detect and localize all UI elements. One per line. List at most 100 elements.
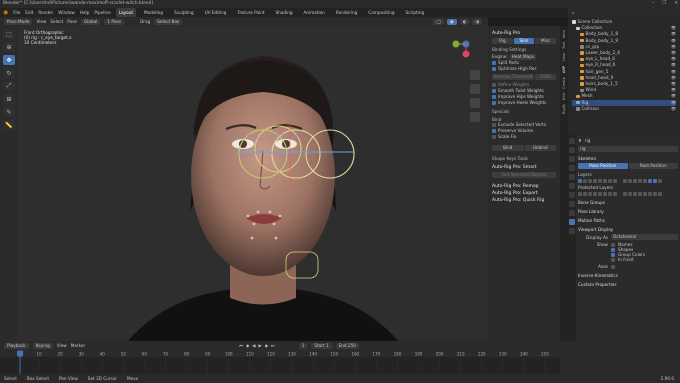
sidebar-tab-item[interactable]: Item [562, 30, 566, 38]
bind-button[interactable]: Bind [492, 145, 524, 151]
shape-keys-header[interactable]: Shape Keys Tools [492, 156, 556, 161]
menu-render[interactable]: Render [38, 8, 53, 17]
prev-key-icon[interactable]: ◆ [246, 343, 249, 348]
render-tab-icon[interactable] [569, 147, 575, 153]
custom-properties-header[interactable]: Custom Properties [578, 282, 678, 287]
maximize-icon[interactable]: ❐ [662, 0, 666, 8]
solid-shading-icon[interactable]: ● [447, 18, 457, 25]
tab-compositing[interactable]: Compositing [365, 8, 397, 17]
sidebar-tab-edit[interactable]: Edit [562, 93, 566, 100]
checkbox-icon[interactable] [492, 129, 496, 133]
cursor-icon[interactable]: ⊕ [3, 42, 15, 52]
orientation-dropdown[interactable]: Global [81, 18, 101, 25]
wireframe-shading-icon[interactable]: ◯ [433, 18, 445, 25]
checkbox-icon[interactable] [492, 95, 496, 99]
select-menu[interactable]: Select [50, 19, 63, 24]
checkbox-icon[interactable] [492, 67, 496, 71]
minimize-icon[interactable]: – [652, 0, 654, 8]
tab-layout[interactable]: Layout [115, 8, 136, 17]
close-icon[interactable]: ✕ [674, 0, 678, 8]
menu-help[interactable]: Help [80, 8, 90, 17]
menu-file[interactable]: File [13, 8, 20, 17]
scale-icon[interactable]: ⤢ [3, 81, 15, 91]
tab-sculpting[interactable]: Sculpting [171, 8, 197, 17]
tab-skin[interactable]: Skin [513, 38, 535, 44]
export-panel-header[interactable]: Auto-Rig Pro: Export [492, 191, 556, 196]
get-selected-button[interactable]: Get Selected Objects [492, 172, 556, 178]
names-checkbox[interactable] [611, 242, 615, 247]
timeline[interactable]: 0102030405060708090100110120130140150160… [0, 350, 560, 374]
group-colors-checkbox[interactable] [611, 252, 615, 257]
checkbox-icon[interactable] [492, 101, 496, 105]
sidebar-tab-rigify[interactable]: Rigify [562, 104, 566, 114]
binding-settings-header[interactable]: Binding Settings [492, 47, 556, 52]
bone-groups-header[interactable]: Bone Groups [578, 200, 678, 205]
skeleton-header[interactable]: Skeleton [578, 156, 678, 161]
playback-menu[interactable]: Playback [4, 342, 29, 349]
unbind-button[interactable]: Unbind [524, 145, 556, 151]
menu-pipeline[interactable]: Pipeline [94, 8, 110, 17]
play-icon[interactable]: ▶ [258, 343, 261, 348]
visibility-icon[interactable]: 👁 [671, 106, 676, 112]
scale-fix-row[interactable]: Scale Fix [492, 134, 556, 140]
marker-menu[interactable]: Marker [71, 343, 85, 348]
pose-menu[interactable]: Pose [67, 19, 77, 24]
move-icon[interactable]: ✥ [3, 55, 15, 65]
tab-modeling[interactable]: Modeling [141, 8, 166, 17]
sidebar-tab-tool[interactable]: Tool [562, 42, 566, 49]
tab-texture-paint[interactable]: Texture Paint [234, 8, 267, 17]
timeline-ruler[interactable]: 0102030405060708090100110120130140150160… [0, 350, 560, 374]
drag-dropdown[interactable]: Select Box [154, 18, 183, 25]
output-tab-icon[interactable] [569, 156, 575, 162]
next-key-icon[interactable]: ◆ [265, 343, 268, 348]
armature-data-tab-icon[interactable] [569, 219, 575, 225]
mode-dropdown[interactable]: Pose Mode [4, 18, 33, 25]
motion-paths-header[interactable]: Motion Paths [578, 218, 678, 223]
sidebar-tab-create[interactable]: Create [562, 77, 566, 89]
checkbox-icon[interactable] [492, 123, 496, 127]
voxelize-button[interactable]: Voxelize Threshold [492, 74, 534, 80]
pose-position-button[interactable]: Pose Position [578, 163, 628, 169]
quick-rig-panel-header[interactable]: Auto-Rig Pro: Quick Rig [492, 198, 556, 203]
menu-edit[interactable]: Edit [25, 8, 33, 17]
world-tab-icon[interactable] [569, 183, 575, 189]
keying-menu[interactable]: Keying [32, 342, 53, 349]
3d-viewport[interactable]: Front Orthographic (0) rig : c_eye_targe… [18, 26, 488, 341]
play-reverse-icon[interactable]: ◀ [252, 343, 255, 348]
checkbox-icon[interactable] [492, 89, 496, 93]
tab-uv-editing[interactable]: UV Editing [202, 8, 230, 17]
outliner-item[interactable]: Collision 👁 [572, 106, 676, 112]
current-frame-field[interactable]: 1 [298, 342, 308, 349]
sidebar-tab-view[interactable]: View [562, 53, 566, 62]
modifier-tab-icon[interactable] [569, 201, 575, 207]
checkbox-icon[interactable] [492, 61, 496, 65]
tool-tab-icon[interactable] [569, 138, 575, 144]
tab-shading[interactable]: Shading [273, 8, 296, 17]
smart-panel-header[interactable]: Auto-Rig Pro: Smart [492, 165, 556, 170]
view-layer-tab-icon[interactable] [569, 165, 575, 171]
rest-position-button[interactable]: Rest Position [628, 163, 678, 169]
sidebar-tab-arp[interactable]: ARP [562, 66, 566, 73]
tab-misc[interactable]: Misc [535, 38, 557, 44]
object-tab-icon[interactable] [569, 192, 575, 198]
transform-icon[interactable]: ⊞ [3, 94, 15, 104]
display-as-dropdown[interactable]: Octahedral [611, 234, 678, 240]
protected-layer-grid[interactable] [578, 192, 678, 196]
tab-scripting[interactable]: Scripting [403, 8, 428, 17]
viewport-display-header[interactable]: Viewport Display [578, 227, 678, 232]
blender-logo-icon[interactable]: ◉ [3, 8, 8, 17]
end-frame-field[interactable]: End 250 [335, 342, 359, 349]
jump-start-icon[interactable]: ⏮ [239, 343, 243, 348]
remap-panel-header[interactable]: Auto-Rig Pro: Remap [492, 184, 556, 189]
material-shading-icon[interactable]: ◐ [459, 18, 470, 25]
start-frame-field[interactable]: Start 1 [311, 342, 332, 349]
timeline-view-menu[interactable]: View [57, 343, 67, 348]
annotate-icon[interactable]: ✎ [3, 107, 15, 117]
shapes-checkbox[interactable] [611, 247, 615, 252]
data-name-field[interactable]: rig [578, 146, 678, 152]
tab-rig[interactable]: Rig [492, 38, 513, 44]
playhead[interactable] [17, 350, 24, 357]
checkbox-icon[interactable] [492, 83, 496, 87]
tab-rendering[interactable]: Rendering [333, 8, 360, 17]
bone-tab-icon[interactable] [569, 228, 575, 234]
